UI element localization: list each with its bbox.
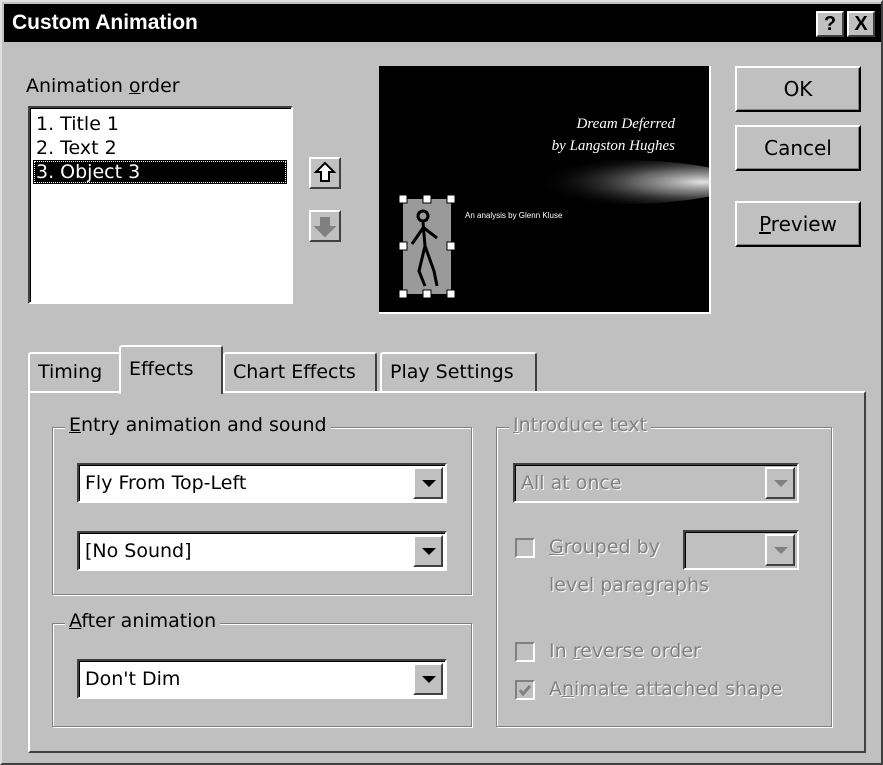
- animation-order-label: Animation order: [26, 75, 180, 97]
- list-item[interactable]: 2. Text 2: [33, 136, 287, 160]
- slide-preview: Dream Deferred by Langston Hughes An ana…: [379, 66, 739, 314]
- grouped-by-checkbox[interactable]: [515, 538, 535, 558]
- entry-sound-select[interactable]: [No Sound]: [77, 531, 447, 571]
- comet-streak-graphic: [499, 160, 739, 204]
- after-animation-value: Don't Dim: [85, 668, 181, 690]
- entry-effect-select[interactable]: Fly From Top-Left: [77, 463, 447, 503]
- introduce-text-group-label: Introduce text: [509, 414, 651, 436]
- slide-title-line2: by Langston Hughes: [552, 138, 675, 154]
- grouped-by-level-select[interactable]: [683, 530, 799, 570]
- reverse-order-checkbox[interactable]: [515, 642, 535, 662]
- tab-play-settings[interactable]: Play Settings: [380, 352, 537, 392]
- animate-attached-label: Animate attached shape: [549, 678, 783, 700]
- reverse-order-label: In reverse order: [549, 640, 701, 662]
- move-up-button[interactable]: [309, 157, 341, 189]
- tab-timing[interactable]: Timing: [28, 352, 121, 392]
- title-bar[interactable]: Custom Animation ? X: [4, 4, 881, 42]
- entry-animation-group-label: Entry animation and sound: [65, 414, 331, 436]
- tab-effects[interactable]: Effects: [119, 345, 223, 394]
- level-paragraphs-label: level paragraphs: [549, 574, 709, 596]
- custom-animation-dialog: Custom Animation ? X Animation order 1. …: [0, 0, 883, 765]
- entry-animation-group: Entry animation and sound Fly From Top-L…: [52, 414, 472, 595]
- window-title: Custom Animation: [12, 11, 198, 34]
- animation-order-list[interactable]: 1. Title 1 2. Text 2 3. Object 3: [28, 106, 293, 304]
- chevron-down-icon[interactable]: [413, 663, 443, 695]
- entry-effect-value: Fly From Top-Left: [85, 472, 247, 494]
- tab-chart-effects[interactable]: Chart Effects: [223, 352, 377, 392]
- chevron-down-icon[interactable]: [413, 467, 443, 499]
- after-animation-group: After animation Don't Dim: [52, 610, 472, 727]
- chevron-down-icon[interactable]: [765, 534, 795, 566]
- list-item[interactable]: 1. Title 1: [33, 112, 287, 136]
- slide-title-line1: Dream Deferred: [576, 116, 676, 132]
- arrow-down-icon: [313, 217, 337, 238]
- introduce-text-group: Introduce text All at once Grouped by le…: [496, 414, 832, 727]
- animate-attached-checkbox[interactable]: [515, 680, 535, 700]
- preview-button[interactable]: Preview: [735, 201, 861, 247]
- close-button[interactable]: X: [847, 11, 875, 37]
- grouped-by-label: Grouped by: [549, 536, 660, 558]
- help-button[interactable]: ?: [816, 11, 844, 37]
- list-item-selected[interactable]: 3. Object 3: [33, 160, 287, 184]
- cancel-button[interactable]: Cancel: [735, 125, 861, 171]
- after-animation-group-label: After animation: [65, 610, 221, 632]
- move-down-button[interactable]: [309, 210, 341, 242]
- after-animation-select[interactable]: Don't Dim: [77, 659, 447, 699]
- entry-sound-value: [No Sound]: [85, 540, 192, 562]
- chevron-down-icon[interactable]: [765, 467, 795, 499]
- effects-panel: Entry animation and sound Fly From Top-L…: [28, 391, 866, 753]
- ok-button[interactable]: OK: [735, 66, 861, 112]
- introduce-text-value: All at once: [521, 472, 622, 494]
- slide-thumbnail: Dream Deferred by Langston Hughes An ana…: [398, 116, 739, 299]
- chevron-down-icon[interactable]: [413, 535, 443, 567]
- arrow-up-icon: [313, 161, 337, 182]
- introduce-text-select[interactable]: All at once: [513, 463, 799, 503]
- slide-subtitle: An analysis by Glenn Kluse: [465, 211, 563, 220]
- checkmark-icon: [518, 685, 532, 697]
